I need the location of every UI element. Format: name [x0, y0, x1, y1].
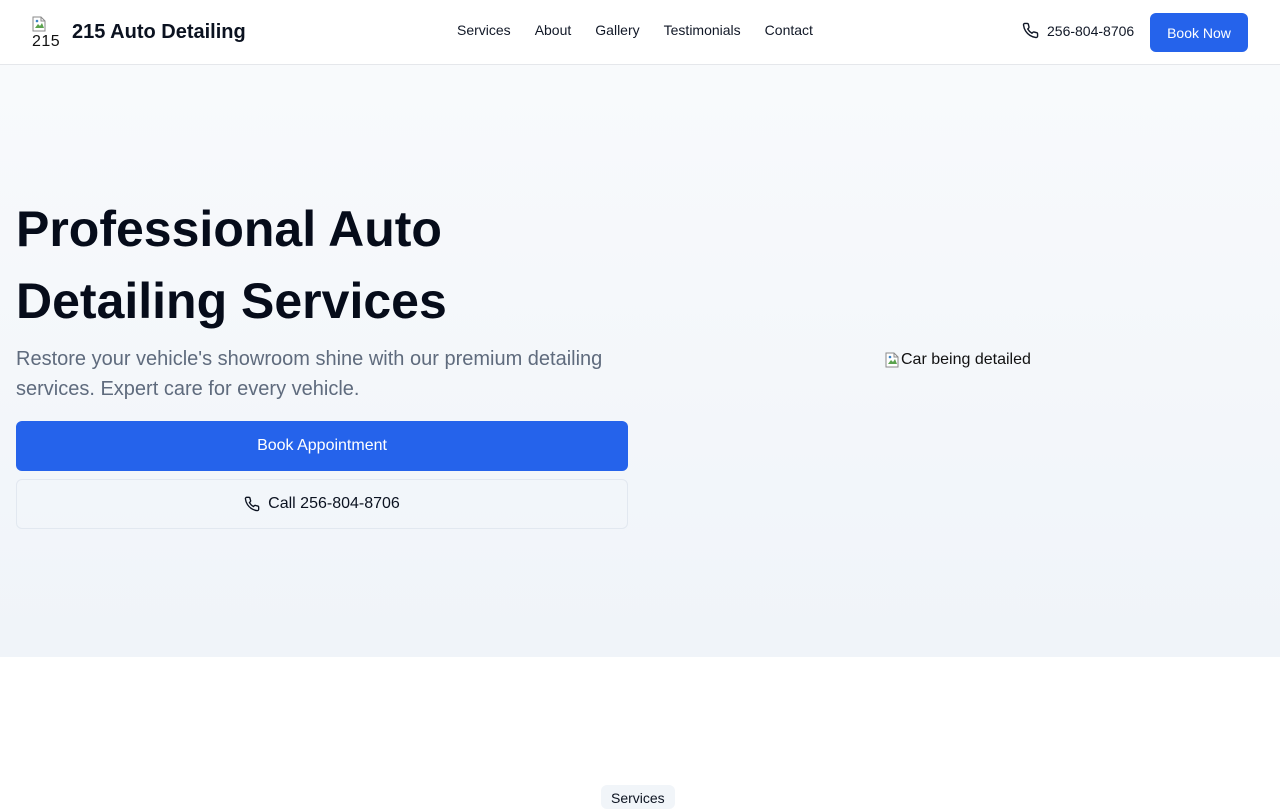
header-phone-number: 256-804-8706	[1047, 22, 1135, 39]
phone-icon	[1022, 22, 1039, 39]
broken-image-icon	[885, 352, 899, 368]
brand[interactable]: 215 215 Auto Detailing	[32, 16, 246, 48]
logo-alt-text: 215	[32, 33, 60, 49]
main-nav: Services About Gallery Testimonials Cont…	[457, 22, 813, 38]
phone-icon	[244, 496, 260, 512]
nav-link-gallery[interactable]: Gallery	[595, 22, 639, 38]
hero-title: Professional Auto Detailing Services	[16, 201, 447, 329]
call-button-label: Call 256-804-8706	[268, 495, 400, 512]
services-section: Services	[0, 657, 1280, 809]
nav-link-about[interactable]: About	[535, 22, 572, 38]
nav-link-testimonials[interactable]: Testimonials	[664, 22, 741, 38]
nav-link-contact[interactable]: Contact	[765, 22, 813, 38]
hero-image-alt-text: Car being detailed	[901, 351, 1031, 368]
header-phone-link[interactable]: 256-804-8706	[1022, 22, 1134, 39]
broken-image-icon	[32, 16, 46, 32]
hero-image: Car being detailed	[885, 349, 1031, 371]
call-button[interactable]: Call 256-804-8706	[16, 479, 628, 529]
book-appointment-button[interactable]: Book Appointment	[16, 421, 628, 471]
hero-section: Professional Auto Detailing Services Res…	[0, 65, 1280, 657]
brand-name[interactable]: 215 Auto Detailing	[72, 21, 246, 44]
site-header: 215 215 Auto Detailing Services About Ga…	[0, 0, 1280, 65]
book-appointment-label: Book Appointment	[257, 437, 387, 454]
nav-link-services[interactable]: Services	[457, 22, 511, 38]
services-badge: Services	[601, 785, 675, 809]
book-now-button[interactable]: Book Now	[1150, 13, 1248, 52]
logo-image[interactable]: 215	[32, 16, 60, 48]
hero-subtitle: Restore your vehicle's showroom shine wi…	[16, 348, 603, 400]
